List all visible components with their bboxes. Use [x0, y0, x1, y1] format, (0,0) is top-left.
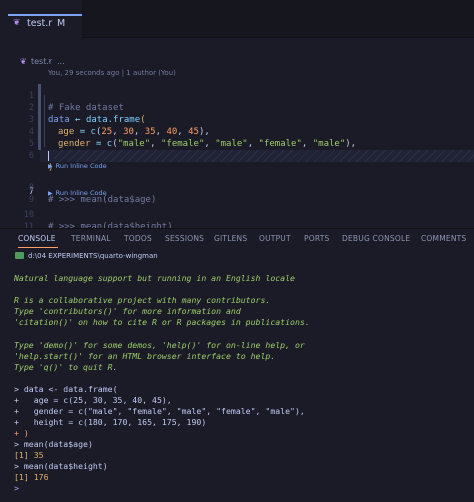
working-directory: d:\04 EXPERIMENTS\quarto-wingman: [15, 252, 158, 260]
code-line[interactable]: 10 # >>> mean(data$height): [0, 197, 474, 232]
breadcrumb-separator: ›: [48, 56, 52, 65]
code-line[interactable]: 2 data ← data.frame(: [0, 90, 474, 125]
console-banner-line: Type 'q()' to quit R.: [14, 362, 118, 372]
tab-ports[interactable]: PORTS: [304, 234, 329, 243]
git-blame-annotation[interactable]: You, 29 seconds ago | 1 author (You): [48, 69, 176, 77]
console-output-line: [1] 35: [14, 450, 44, 460]
console-input-line: + height = c(180, 170, 165, 175, 190): [14, 417, 207, 427]
tab-todos[interactable]: TODOS: [124, 234, 152, 243]
console-banner-line: Natural language support but running in …: [14, 273, 295, 283]
console-output-line: [1] 176: [14, 472, 49, 482]
console-input-line: > mean(data$age): [14, 439, 93, 449]
r-file-icon: ❦: [13, 18, 21, 28]
code-line[interactable]: 3 age = c(25, 30, 35, 40, 45),: [0, 102, 474, 137]
console-banner-line: 'citation()' on how to cite R or R packa…: [14, 317, 310, 327]
r-console[interactable]: d:\04 EXPERIMENTS\quarto-wingman Natural…: [0, 248, 474, 502]
tab-test-r[interactable]: ❦ test.r M: [0, 0, 82, 38]
lens-label: Run Inline Code: [55, 189, 107, 197]
inline-hint-hatch: [54, 150, 474, 162]
console-input-line: > data <- data.frame(: [14, 384, 118, 394]
editor-tab-bar: ❦ test.r M: [0, 0, 474, 38]
lens-label: Run Inline Code: [55, 162, 107, 170]
folder-icon: [15, 252, 24, 259]
working-directory-path: d:\04 EXPERIMENTS\quarto-wingman: [28, 252, 158, 260]
run-inline-code-lens[interactable]: ▶ Run Inline Code: [48, 162, 107, 170]
run-inline-code-lens[interactable]: ▶ Run Inline Code: [48, 189, 107, 197]
console-banner-line: 'help.start()' for an HTML browser inter…: [14, 351, 276, 361]
tab-debug-console[interactable]: DEBUG CONSOLE: [342, 234, 410, 243]
code-line[interactable]: 4 gender = c("male", "female", "male", "…: [0, 114, 474, 149]
code-editor[interactable]: You, 29 seconds ago | 1 author (You) 1 #…: [0, 66, 474, 232]
tab-console[interactable]: CONSOLE: [18, 234, 56, 243]
code-line-active[interactable]: 7: [0, 150, 474, 197]
tab-comments[interactable]: COMMENTS: [421, 234, 466, 243]
console-banner-line: Type 'contributors()' for more informati…: [14, 306, 241, 316]
console-banner-line: R is a collaborative project with many c…: [14, 295, 271, 305]
tab-gitlens[interactable]: GITLENS: [214, 234, 247, 243]
console-input-line: > mean(data$height): [14, 461, 108, 471]
r-file-icon: ❦: [20, 57, 27, 66]
code-line[interactable]: 8 # >>> mean(data$age): [0, 170, 474, 205]
code-line[interactable]: 5 height = c(180, 170, 165, 175, 190): [0, 126, 474, 161]
console-input-line: + gender = c("male", "female", "male", "…: [14, 406, 305, 416]
panel-tab-bar: CONSOLE TERMINAL TODOS SESSIONS GITLENS …: [0, 228, 474, 248]
console-prompt[interactable]: >: [14, 483, 19, 494]
tab-output[interactable]: OUTPUT: [259, 234, 291, 243]
tab-active-indicator: [8, 14, 82, 16]
console-input-line: + ): [14, 428, 29, 438]
code-line[interactable]: 6 ): [0, 138, 474, 173]
tab-filename: test.r: [27, 18, 53, 29]
console-banner-line: Type 'demo()' for some demos, 'help()' f…: [14, 340, 305, 350]
console-input-line: + age = c(25, 30, 35, 40, 45),: [14, 395, 172, 405]
modified-badge: M: [57, 18, 66, 29]
breadcrumb-symbols[interactable]: ...: [57, 57, 65, 66]
text-cursor: [48, 151, 49, 161]
code-line[interactable]: 11: [0, 209, 474, 232]
tab-terminal[interactable]: TERMINAL: [71, 234, 111, 243]
tab-sessions[interactable]: SESSIONS: [165, 234, 204, 243]
code-line[interactable]: 1 # Fake dataset: [0, 78, 474, 113]
play-icon: ▶: [48, 163, 53, 170]
play-icon: ▶: [48, 190, 53, 197]
